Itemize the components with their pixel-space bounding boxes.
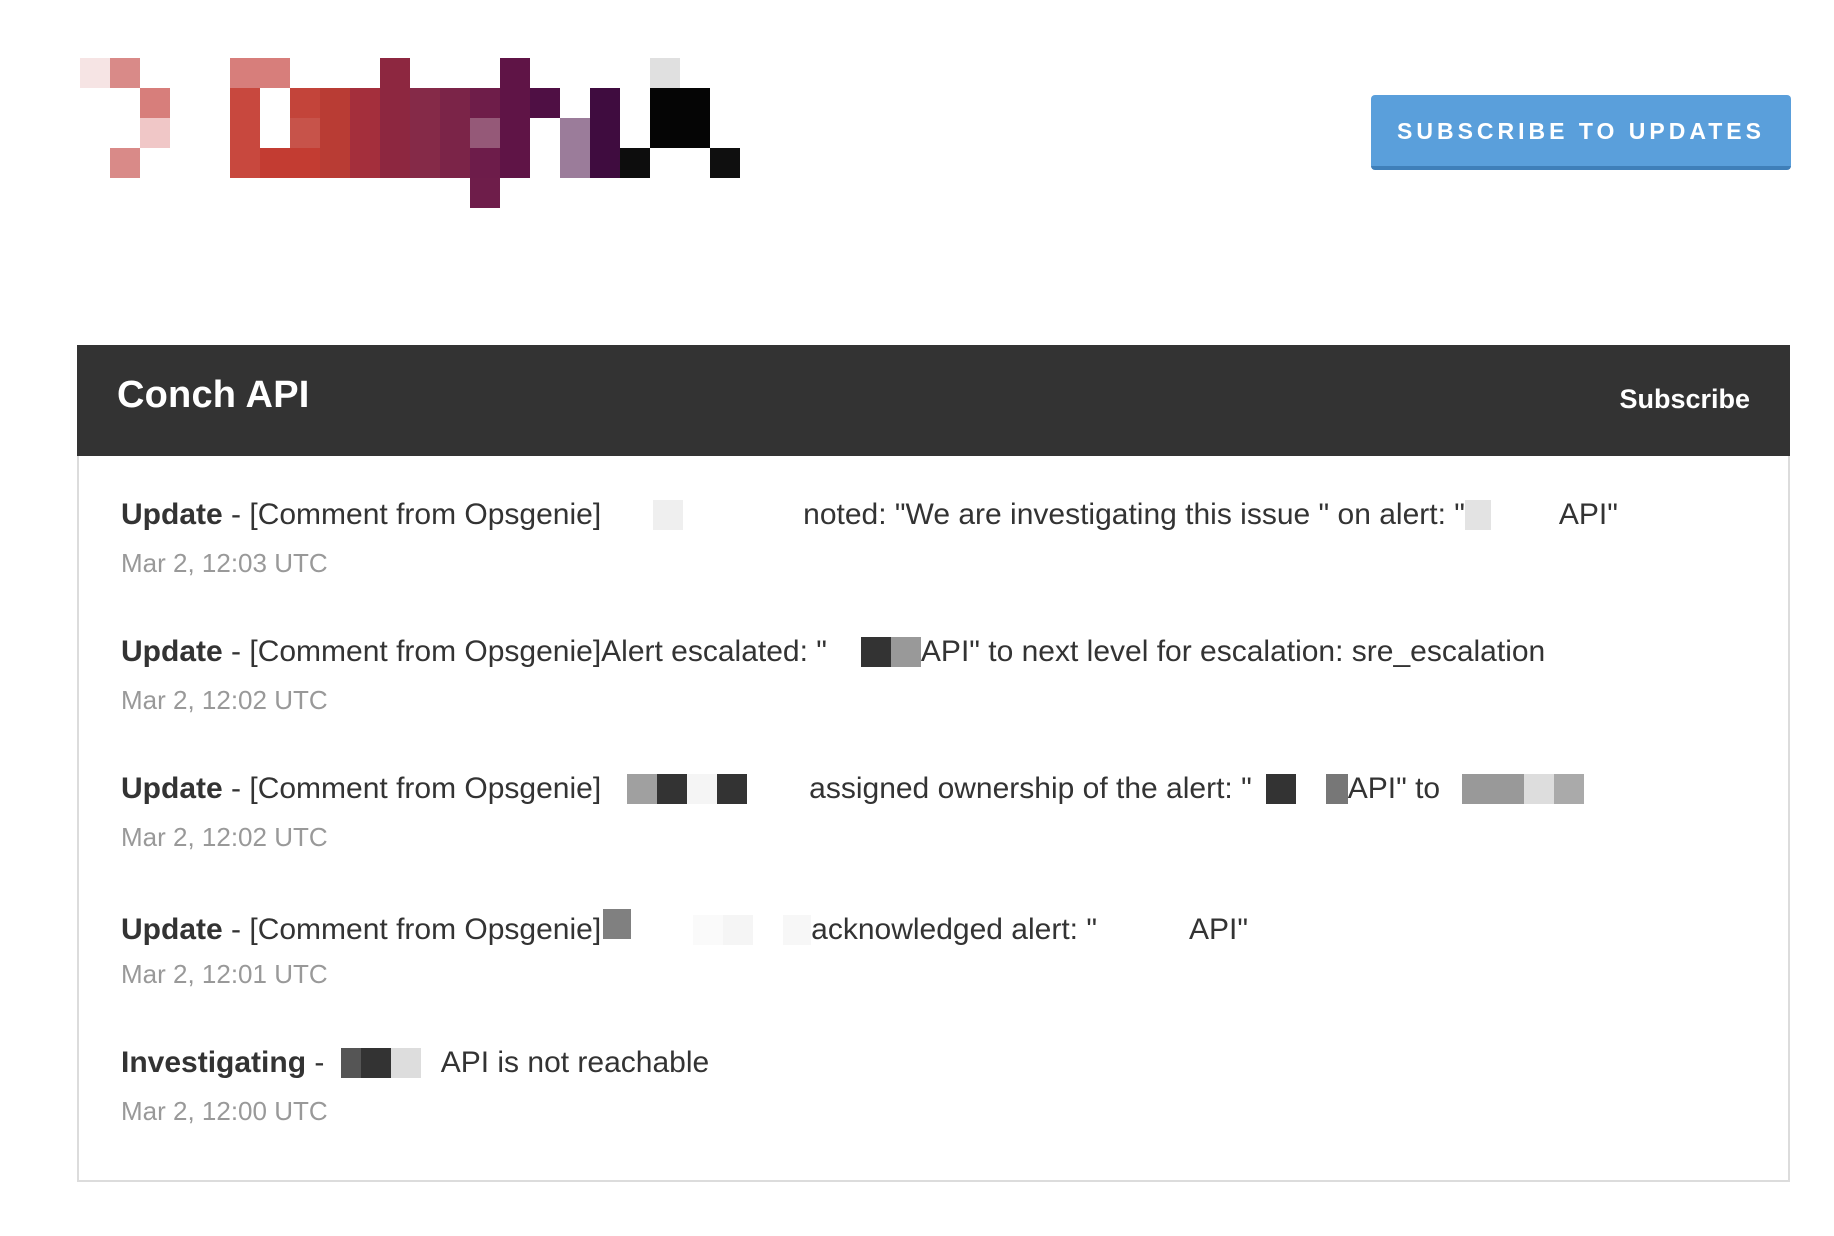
- update-separator: -: [222, 913, 250, 946]
- incident-header: Conch API Subscribe: [77, 345, 1790, 456]
- incident-updates-list: Update - [Comment from Opsgenie] noted: "…: [121, 498, 1741, 1183]
- update-text: [Comment from Opsgenie]: [249, 913, 602, 946]
- update-status: Update: [121, 772, 223, 805]
- redacted-block: [1325, 774, 1348, 804]
- incident-update: Update - [Comment from Opsgenie] noted: "…: [121, 498, 1741, 635]
- update-message: Update - [Comment from Opsgenie] noted: "…: [121, 498, 1741, 534]
- redacted-block: [693, 915, 724, 945]
- update-separator: -: [222, 498, 250, 531]
- update-timestamp: Mar 2, 12:00 UTC: [121, 1096, 328, 1126]
- subscribe-to-updates-button[interactable]: SUBSCRIBE TO UPDATES: [1371, 95, 1791, 170]
- update-text: acknowledged alert: ": [811, 913, 1097, 946]
- update-text: API": [1188, 913, 1248, 946]
- redacted-block: [653, 500, 684, 530]
- redacted-block: [1524, 774, 1555, 804]
- update-text: [Comment from Opsgenie]: [249, 772, 602, 805]
- redacted-block: [603, 909, 632, 939]
- brand-logo: [80, 58, 750, 214]
- update-timestamp: Mar 2, 12:02 UTC: [121, 685, 328, 715]
- redacted-block: [657, 774, 688, 804]
- incident-title: Conch API: [117, 374, 310, 416]
- redacted-block: [717, 774, 748, 804]
- incident-update: Investigating - API is not reachable Mar…: [121, 1046, 1741, 1183]
- update-timestamp: Mar 2, 12:02 UTC: [121, 822, 328, 852]
- redacted-block: [1464, 500, 1491, 530]
- incident-update: Update - [Comment from Opsgenie]Alert es…: [121, 635, 1741, 772]
- update-text: noted: "We are investigating this issue …: [803, 498, 1465, 531]
- redacted-block: [1554, 774, 1585, 804]
- incident-update: Update - [Comment from Opsgenie] acknowle…: [121, 909, 1741, 1046]
- redacted-block: [890, 637, 921, 667]
- redacted-block: [723, 915, 754, 945]
- update-status: Update: [121, 913, 223, 946]
- subscribe-link[interactable]: Subscribe: [1619, 384, 1750, 415]
- update-text: API is not reachable: [440, 1046, 710, 1079]
- update-separator: -: [222, 772, 250, 805]
- update-message: Update - [Comment from Opsgenie] acknowle…: [121, 909, 1741, 946]
- redacted-block: [1462, 774, 1525, 804]
- update-status: Update: [121, 635, 223, 668]
- update-text: [Comment from Opsgenie]: [249, 498, 602, 531]
- update-text: API" to next level for escalation: sre_e…: [920, 635, 1546, 668]
- redacted-block: [860, 637, 891, 667]
- redacted-block: [1265, 774, 1296, 804]
- update-separator: -: [222, 635, 250, 668]
- update-text: [Comment from Opsgenie]Alert escalated: …: [249, 635, 827, 668]
- update-text: API": [1558, 498, 1618, 531]
- update-message: Update - [Comment from Opsgenie]Alert es…: [121, 635, 1741, 671]
- update-timestamp: Mar 2, 12:01 UTC: [121, 959, 328, 989]
- update-separator: -: [306, 1046, 333, 1079]
- update-text: assigned ownership of the alert: ": [809, 772, 1252, 805]
- incident-update: Update - [Comment from Opsgenie] assigned…: [121, 772, 1741, 909]
- update-message: Investigating - API is not reachable: [121, 1046, 1741, 1082]
- update-text: API" to: [1347, 772, 1441, 805]
- redacted-block: [783, 915, 812, 945]
- redacted-block: [687, 774, 718, 804]
- redacted-block: [340, 1048, 361, 1078]
- update-status: Update: [121, 498, 223, 531]
- update-message: Update - [Comment from Opsgenie] assigned…: [121, 772, 1741, 808]
- redacted-block: [390, 1048, 421, 1078]
- redacted-block: [627, 774, 658, 804]
- update-timestamp: Mar 2, 12:03 UTC: [121, 548, 328, 578]
- incident-panel: Conch API Subscribe Update - [Comment fr…: [77, 345, 1790, 1182]
- update-status: Investigating: [121, 1046, 307, 1079]
- redacted-block: [360, 1048, 391, 1078]
